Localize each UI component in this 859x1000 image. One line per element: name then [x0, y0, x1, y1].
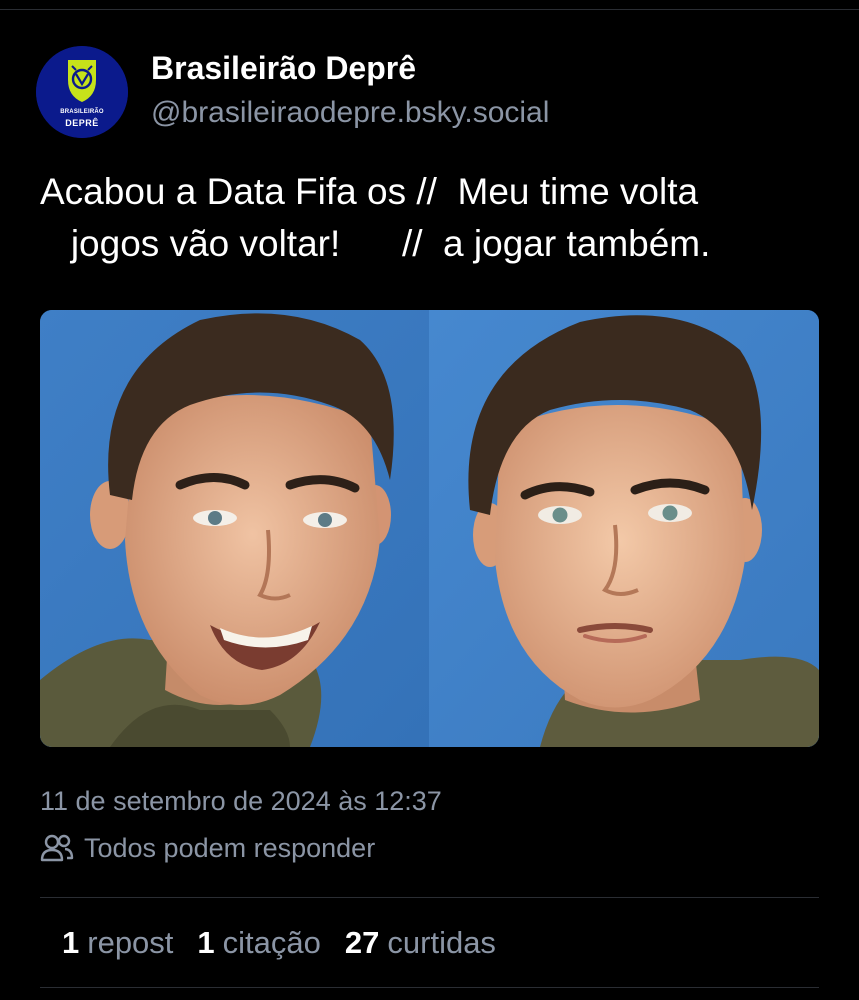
- divider: [40, 987, 819, 988]
- reply-setting-label: Todos podem responder: [84, 832, 376, 863]
- author-handle[interactable]: @brasileiraodepre.bsky.social: [151, 96, 549, 130]
- divider: [40, 897, 819, 898]
- reposts-label: repost: [87, 925, 174, 960]
- post-text-line-2: jogos vão voltar! // a jogar também.: [40, 223, 711, 264]
- quotes-count: 1: [197, 925, 215, 960]
- top-divider: [0, 9, 859, 10]
- post-text: Acabou a Data Fifa os // Meu time volta …: [40, 166, 830, 270]
- post-timestamp[interactable]: 11 de setembro de 2024 às 12:37: [40, 786, 442, 817]
- likes-stat[interactable]: 27 curtidas: [345, 925, 496, 961]
- post-image[interactable]: [40, 310, 819, 747]
- avatar-label-top: BRASILEIRÃO: [60, 109, 104, 115]
- people-icon: [40, 833, 74, 863]
- post-text-line-1: Acabou a Data Fifa os // Meu time volta: [40, 171, 699, 212]
- reply-setting: Todos podem responder: [40, 830, 375, 866]
- author-avatar[interactable]: BRASILEIRÃO DEPRÊ: [36, 46, 128, 138]
- reposts-count: 1: [62, 925, 80, 960]
- two-portraits-meme-image-icon: [40, 310, 819, 747]
- avatar-label-bottom: DEPRÊ: [65, 118, 99, 128]
- author-display-name[interactable]: Brasileirão Deprê: [151, 50, 416, 87]
- likes-count: 27: [344, 925, 380, 960]
- likes-label: curtidas: [387, 925, 496, 960]
- reposts-stat[interactable]: 1 repost: [62, 925, 173, 961]
- quotes-label: citação: [222, 925, 321, 960]
- post-stats: 1 repost 1 citação 27 curtidas: [62, 925, 520, 961]
- quotes-stat[interactable]: 1 citação: [197, 925, 320, 961]
